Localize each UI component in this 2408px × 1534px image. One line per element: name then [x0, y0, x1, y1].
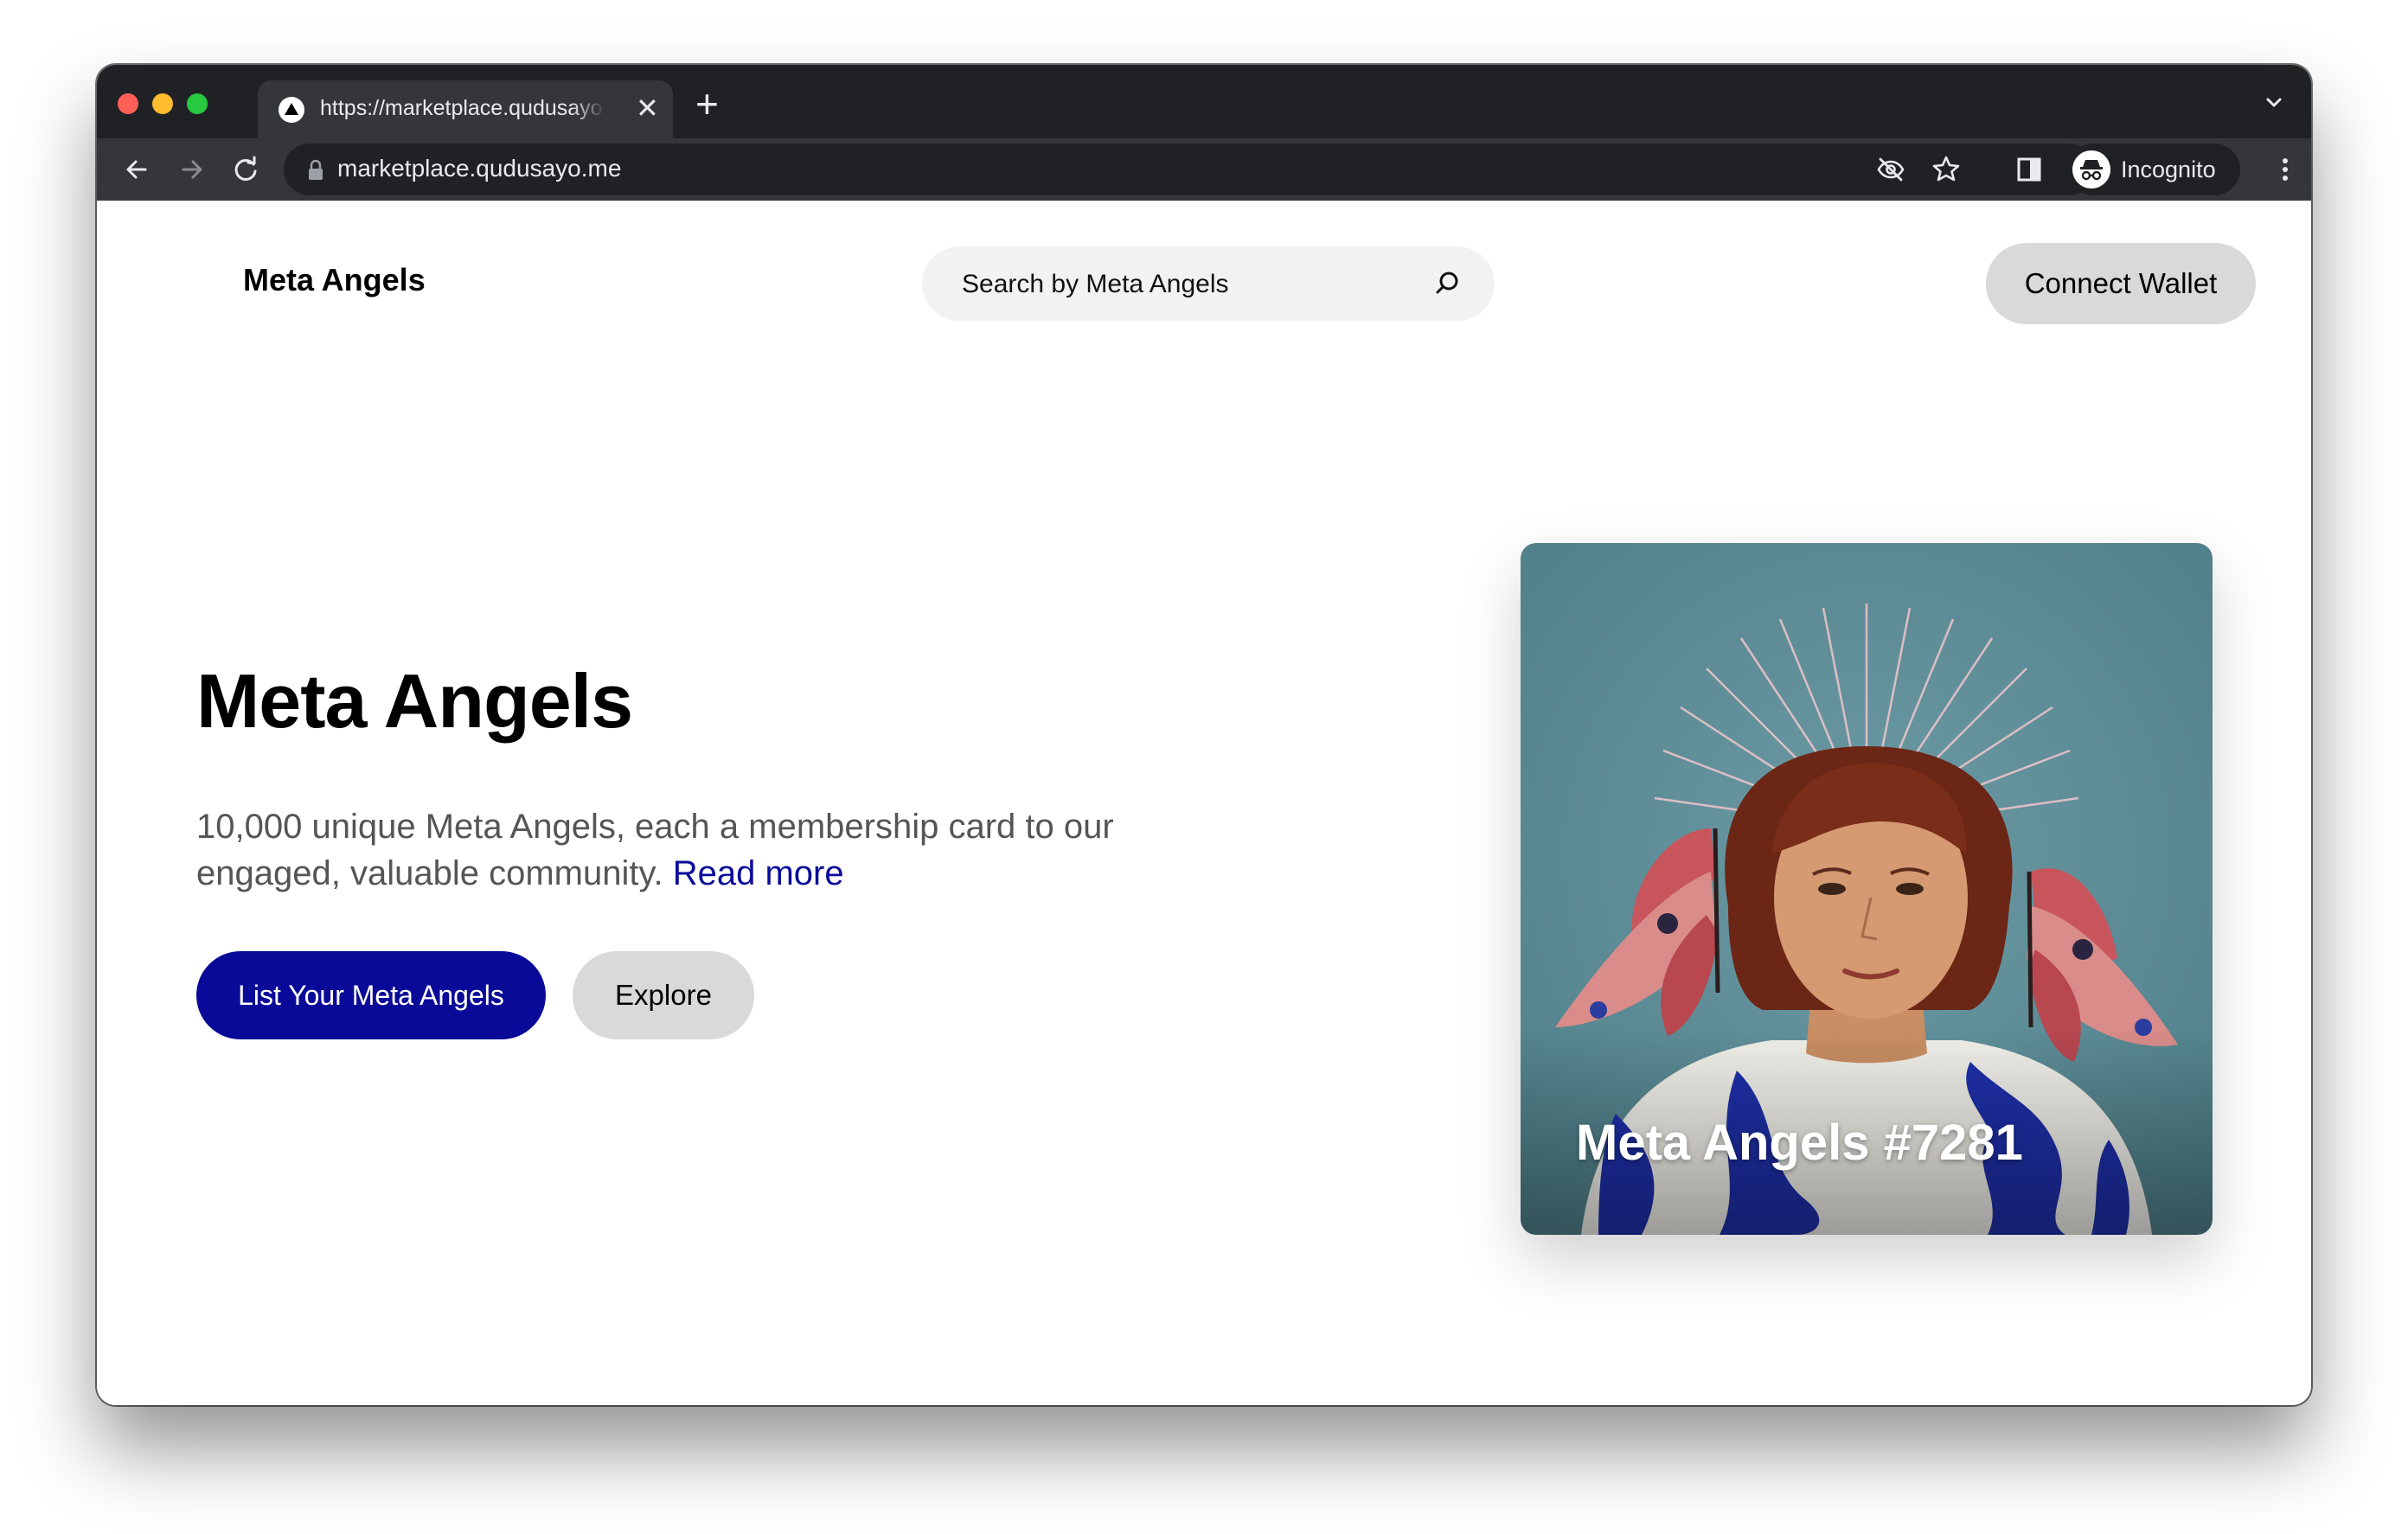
browser-window: https://marketplace.qudusayo.me ✕ + mark… — [97, 65, 2311, 1405]
web-page: Meta Angels Connect Wallet Meta Angels 1… — [97, 201, 2311, 1405]
connect-wallet-button[interactable]: Connect Wallet — [1986, 243, 2256, 324]
reload-icon[interactable] — [228, 152, 263, 187]
tab-title: https://marketplace.qudusayo.me — [320, 96, 605, 120]
tab-favicon-icon — [279, 97, 304, 123]
browser-toolbar: marketplace.qudusayo.me Incognito — [97, 138, 2311, 201]
kebab-menu-icon[interactable] — [2268, 152, 2302, 187]
profile-label: Incognito — [2121, 157, 2216, 182]
lock-icon — [309, 159, 323, 180]
tab-close-icon[interactable]: ✕ — [636, 93, 659, 124]
close-window-button[interactable] — [118, 93, 138, 114]
arrow-right-icon[interactable] — [175, 152, 209, 187]
profile-button[interactable]: Incognito — [2067, 144, 2240, 195]
minimize-window-button[interactable] — [152, 93, 173, 114]
search-icon[interactable] — [1432, 269, 1462, 298]
hero-description: 10,000 unique Meta Angels, each a member… — [196, 803, 1234, 897]
address-bar[interactable]: marketplace.qudusayo.me — [284, 144, 2095, 195]
search-bar[interactable] — [922, 246, 1495, 323]
hero-description-text: 10,000 unique Meta Angels, each a member… — [196, 808, 1114, 892]
tab-strip: https://marketplace.qudusayo.me ✕ + — [97, 65, 2311, 138]
nft-name: Meta Angels #7281 — [1576, 1115, 2023, 1171]
maximize-window-button[interactable] — [187, 93, 208, 114]
search-input[interactable] — [960, 246, 1431, 323]
explore-button[interactable]: Explore — [573, 951, 754, 1039]
browser-tab-active[interactable]: https://marketplace.qudusayo.me ✕ — [258, 80, 673, 138]
star-icon[interactable] — [1929, 152, 1963, 187]
list-meta-angels-button[interactable]: List Your Meta Angels — [196, 951, 546, 1039]
eye-off-icon[interactable] — [1873, 152, 1908, 187]
chevron-down-icon[interactable] — [2261, 89, 2287, 115]
url-text: marketplace.qudusayo.me — [337, 155, 622, 182]
side-panel-icon[interactable] — [2012, 152, 2046, 187]
featured-nft-card[interactable]: Meta Angels #7281 — [1521, 543, 2213, 1235]
new-tab-button[interactable]: + — [695, 84, 719, 124]
site-logo[interactable]: Meta Angels — [243, 262, 426, 298]
hero-title: Meta Angels — [196, 658, 633, 744]
arrow-left-icon[interactable] — [119, 152, 154, 187]
read-more-link[interactable]: Read more — [673, 854, 844, 892]
incognito-icon — [2072, 150, 2110, 189]
